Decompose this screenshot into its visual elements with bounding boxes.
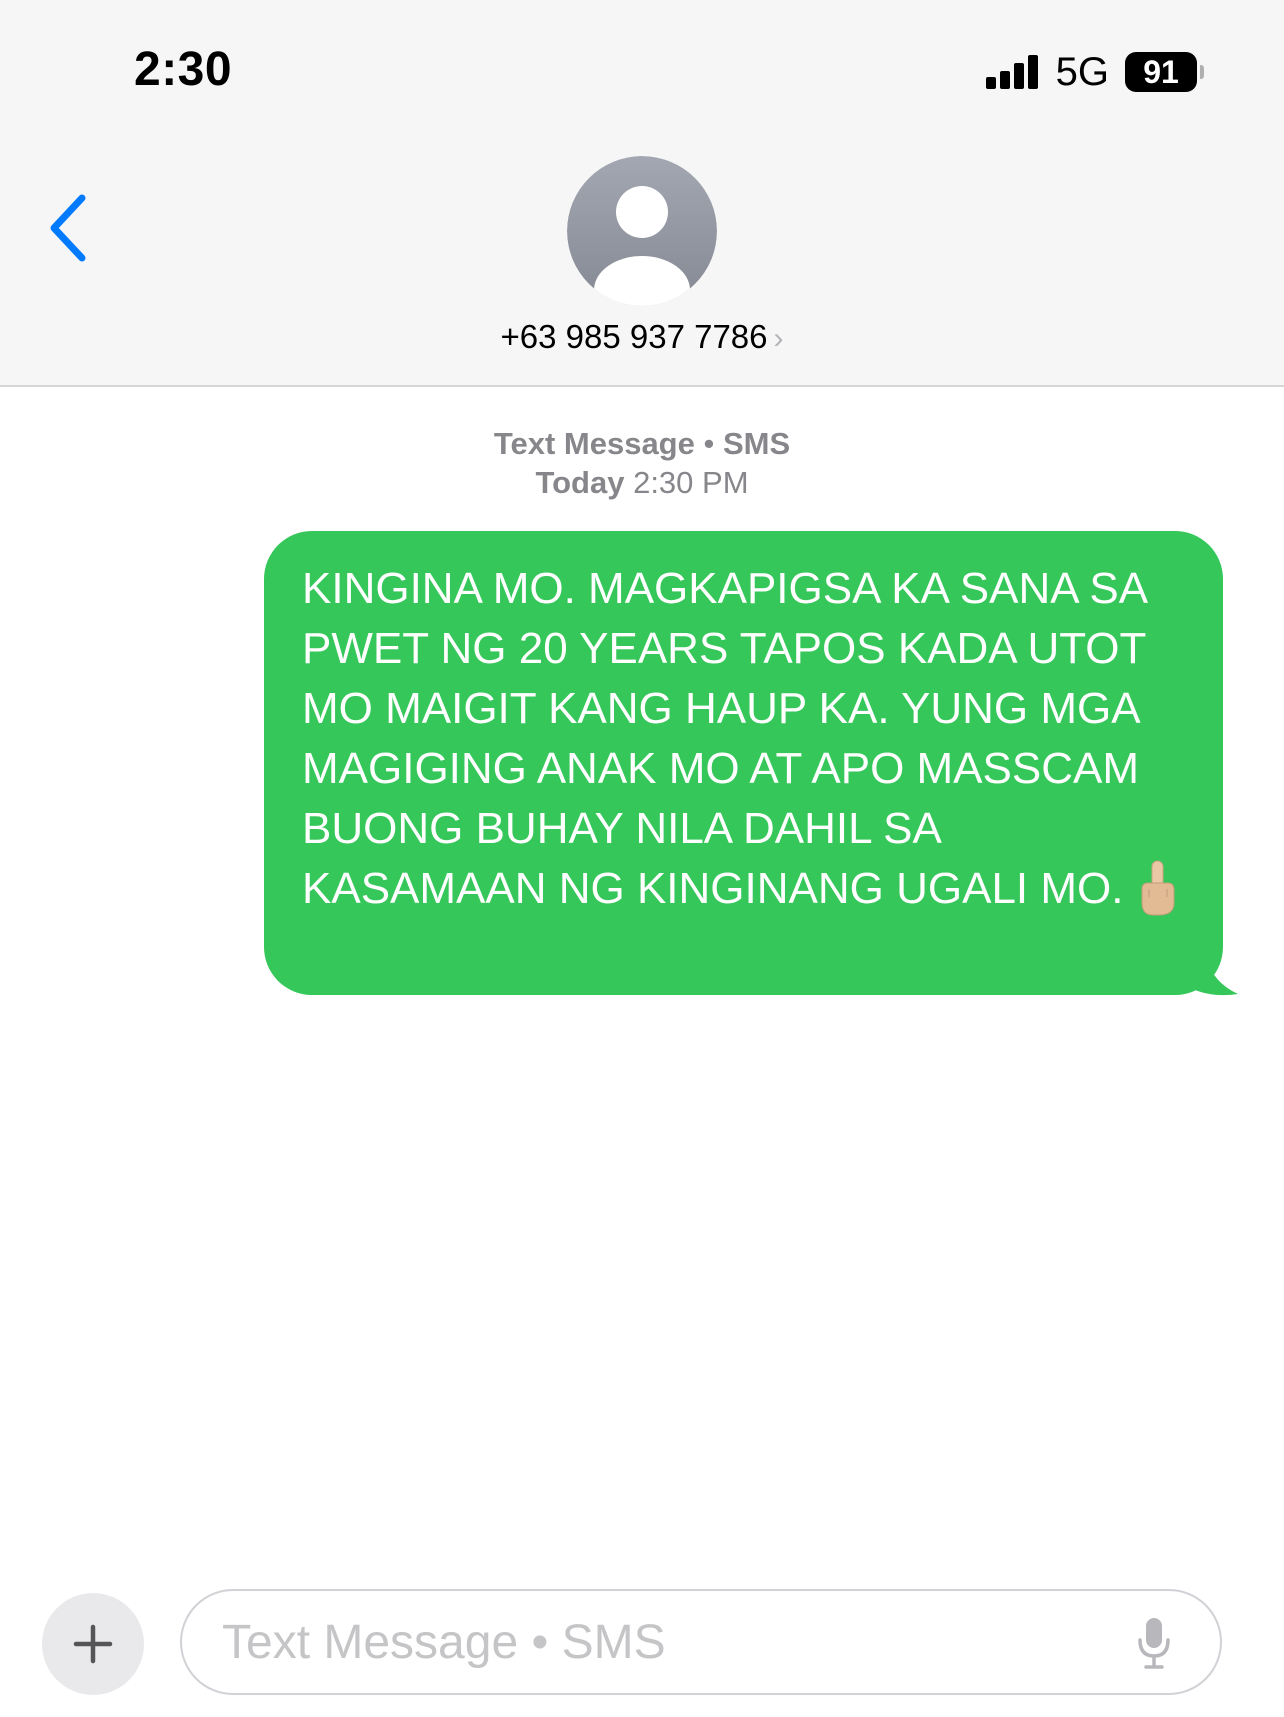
conversation-header: 2:30 5G 91 +63 985 937 7786 › [0, 0, 1284, 387]
plus-icon [73, 1624, 113, 1664]
separator-dot: • [703, 426, 723, 461]
battery-level: 91 [1143, 53, 1179, 90]
battery-icon: 91 [1125, 52, 1197, 92]
message-time: 2:30 PM [633, 465, 749, 500]
service-label: Text Message [493, 426, 695, 461]
status-indicators: 5G 91 [985, 49, 1204, 94]
contact-avatar[interactable] [567, 156, 717, 306]
service-type: SMS [722, 426, 791, 461]
person-icon [567, 156, 717, 306]
date-line: Today 2:30 PM [0, 463, 1284, 502]
battery-tip [1200, 65, 1204, 79]
message-input-placeholder: Text Message • SMS [222, 1616, 666, 1669]
contact-number: +63 985 937 7786 [500, 318, 768, 355]
status-time: 2:30 [134, 43, 233, 96]
add-attachment-button[interactable] [42, 1593, 144, 1695]
message-input[interactable]: Text Message • SMS [180, 1589, 1222, 1695]
chevron-left-icon[interactable] [46, 192, 90, 264]
bubble-tail [1190, 950, 1238, 996]
microphone-icon[interactable] [1136, 1616, 1172, 1670]
contact-name-button[interactable]: +63 985 937 7786 › [0, 318, 1284, 356]
message-day: Today [535, 465, 625, 500]
chevron-right-icon: › [773, 322, 784, 355]
service-line: Text Message • SMS [0, 424, 1284, 463]
cellular-signal-icon [985, 55, 1038, 89]
thread-timestamp: Text Message • SMS Today 2:30 PM [0, 424, 1284, 502]
middle-finger-emoji [1141, 860, 1175, 916]
sent-message-bubble[interactable]: KINGINA MO. MAGKAPIGSA KA SANA SA PWET N… [264, 531, 1223, 995]
message-text: KINGINA MO. MAGKAPIGSA KA SANA SA PWET N… [302, 564, 1146, 913]
network-type: 5G [1055, 49, 1109, 94]
